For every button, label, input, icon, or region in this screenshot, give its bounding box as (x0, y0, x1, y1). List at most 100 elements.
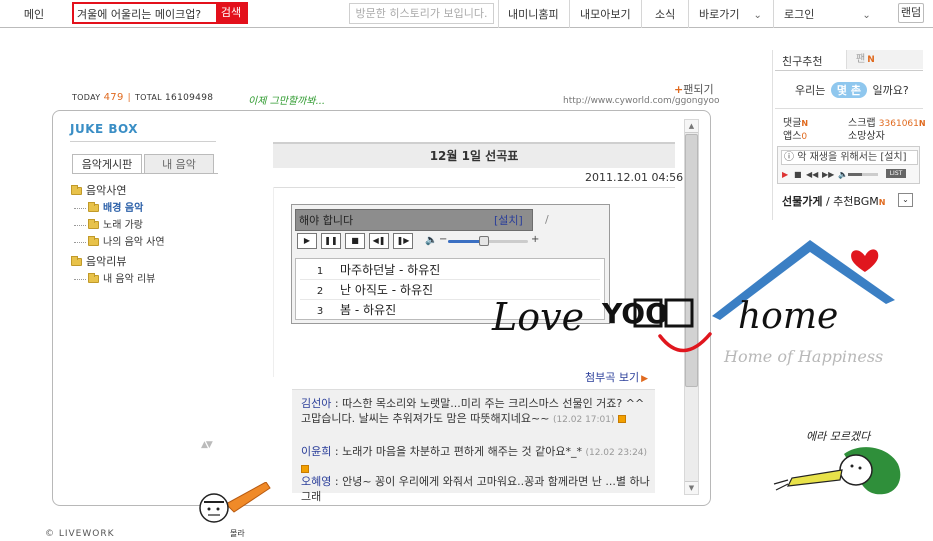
apps-count: 0 (801, 132, 808, 142)
prev-button[interactable]: ◀❚ (369, 233, 389, 249)
tree-category-label: 음악사연 (86, 184, 127, 197)
yoo-box (664, 298, 694, 328)
plus-icon: + (674, 83, 684, 96)
eye-shape (850, 464, 854, 468)
gift-shop-line[interactable]: 선물가게 / 추천BGMN (782, 193, 886, 209)
comment-author[interactable]: 이윤희 (301, 445, 331, 458)
nav-my-collection[interactable]: 내모아보기 (580, 6, 631, 22)
comment-author[interactable]: 김선아 (301, 397, 331, 410)
bgm-label: / 추천BGM (822, 195, 879, 208)
apps-link[interactable]: 앱스0 (783, 127, 807, 142)
mini-player-text: 악 재생을 위해서는 [설치] (797, 152, 907, 163)
prev-icon: ◀❚ (372, 236, 386, 245)
mini-player-icon: ⓘ (784, 152, 794, 163)
chevron-down-icon: ⌄ (862, 10, 871, 21)
tree-connector (74, 207, 86, 209)
track-number: 1 (316, 266, 324, 277)
mini-list-button[interactable]: LIST (886, 169, 906, 178)
stop-icon: ■ (351, 236, 359, 245)
today-value: 479 (103, 92, 124, 103)
mini-speaker-icon: 🔈 (838, 170, 848, 179)
comment-item: 오혜영 : 안녕~ 꽁이 우리에게 와줘서 고마워요..꽁과 함께라면 난 ..… (301, 474, 651, 506)
gift-dropdown-button[interactable]: ⌄ (898, 193, 913, 207)
comment-item: 김선아 : 따스한 목소리와 노랫말...미리 주는 크리스마스 선물인 거죠?… (301, 396, 651, 428)
new-badge: N (918, 119, 926, 128)
mini-prev-icon[interactable]: ◀◀ (806, 170, 818, 179)
prompt-prefix: 우리는 (795, 84, 826, 97)
volume-minus-icon[interactable]: − (439, 234, 447, 245)
collapse-arrows-icon[interactable]: ▲▼ (201, 440, 213, 450)
counter-separator: | (127, 93, 131, 103)
random-button[interactable]: 랜덤 (898, 3, 924, 23)
nav-news[interactable]: 소식 (655, 6, 675, 22)
total-value: 16109498 (165, 93, 214, 103)
tab-fan[interactable]: 팬N (846, 50, 923, 69)
tab-friend-recommend[interactable]: 친구추천 (782, 53, 822, 69)
homepage-url[interactable]: http://www.cyworld.com/ggongyoo (563, 96, 720, 106)
history-button[interactable]: 방문한 히스토리가 보입니다. (349, 3, 494, 24)
comment-author[interactable]: 오혜영 (301, 475, 331, 488)
stop-button[interactable]: ■ (345, 233, 365, 249)
nav-login[interactable]: 로그인 ⌄ (784, 6, 871, 22)
jukebox-title: JUKE BOX (70, 122, 139, 136)
lying-girl-doodle (773, 447, 901, 495)
copyright: © LIVEWORK (45, 529, 115, 539)
comment-text: : 노래가 마음을 차분하고 편하게 해주는 것 같아요*_* (331, 445, 586, 458)
comment-reply-icon[interactable] (618, 415, 627, 423)
mini-stop-icon[interactable]: ■ (794, 170, 802, 179)
nav-shortcuts-label: 바로가기 (699, 8, 740, 21)
tree-item-my-review[interactable]: 내 음악 리뷰 (74, 270, 155, 285)
track-title: 봄 - 하유진 (340, 303, 397, 317)
tree-connector (74, 278, 86, 280)
tree-item-bgm[interactable]: 배경 음악 (74, 199, 143, 214)
logo-yoo-text: YOO (601, 297, 669, 330)
tree-item-song-brag[interactable]: 노래 가랑 (74, 216, 143, 231)
green-note: 이제 그만할까봐... (248, 96, 326, 107)
play-button[interactable]: ▶ (297, 233, 317, 249)
tree-category-story[interactable]: 음악사연 (71, 182, 126, 198)
mini-next-icon[interactable]: ▶▶ (822, 170, 834, 179)
post-date: 2011.12.01 04:56 (585, 171, 684, 184)
tree-item-label: 나의 음악 사연 (103, 237, 165, 248)
fan-link[interactable]: +팬되기 (674, 81, 714, 97)
comment-item: 이윤희 : 노래가 마음을 차분하고 편하게 해주는 것 같아요*_* (12.… (301, 444, 651, 476)
divider (775, 108, 923, 109)
relationship-prompt[interactable]: 우리는 몇 촌 일까요? (795, 82, 909, 98)
apps-label: 앱스 (783, 131, 802, 142)
tab-my-music[interactable]: 내 음악 (144, 154, 214, 174)
player-slash: / (545, 213, 549, 226)
search-button[interactable]: 검색 (216, 4, 246, 22)
mini-volume-slider[interactable] (848, 173, 878, 176)
divider (273, 187, 675, 188)
nav-mini-home[interactable]: 내미니홈피 (508, 6, 559, 22)
mini-player-message[interactable]: ⓘ 악 재생을 위해서는 [설치] (781, 150, 918, 165)
tree-category-label: 음악리뷰 (86, 255, 127, 268)
mini-volume-fill (848, 173, 862, 176)
scroll-up-button[interactable]: ▲ (685, 120, 698, 133)
comment-time: (12.02 23:24) (585, 448, 648, 458)
player-install-link[interactable]: [설치] (494, 212, 523, 228)
next-button[interactable]: ❚▶ (393, 233, 413, 249)
track-number: 3 (316, 306, 324, 317)
mini-play-icon[interactable]: ▶ (782, 170, 788, 179)
pause-button[interactable]: ❚❚ (321, 233, 341, 249)
comment-reply-icon[interactable] (301, 465, 309, 473)
gift-shop-label: 선물가게 (782, 195, 823, 208)
eye-shape (858, 466, 862, 470)
tab-music-board[interactable]: 음악게시판 (72, 154, 142, 174)
search-input[interactable] (77, 6, 217, 21)
home-link[interactable]: 메인 (10, 6, 58, 22)
post-title: 12월 1일 선곡표 (429, 149, 519, 163)
nav-separator (498, 0, 499, 28)
fan-tab-label: 팬 (856, 54, 866, 65)
new-badge: N (878, 198, 886, 207)
tree-category-review[interactable]: 음악리뷰 (71, 253, 126, 269)
tree-item-label: 노래 가랑 (103, 220, 143, 231)
wish-box-link[interactable]: 소망상자 (848, 127, 885, 142)
divider (72, 173, 218, 174)
nav-shortcuts[interactable]: 바로가기 ⌄ (699, 6, 762, 22)
body-shape (786, 469, 843, 487)
divider (775, 70, 923, 71)
tree-item-my-story[interactable]: 나의 음악 사연 (74, 233, 165, 248)
scroll-down-button[interactable]: ▼ (685, 481, 698, 494)
